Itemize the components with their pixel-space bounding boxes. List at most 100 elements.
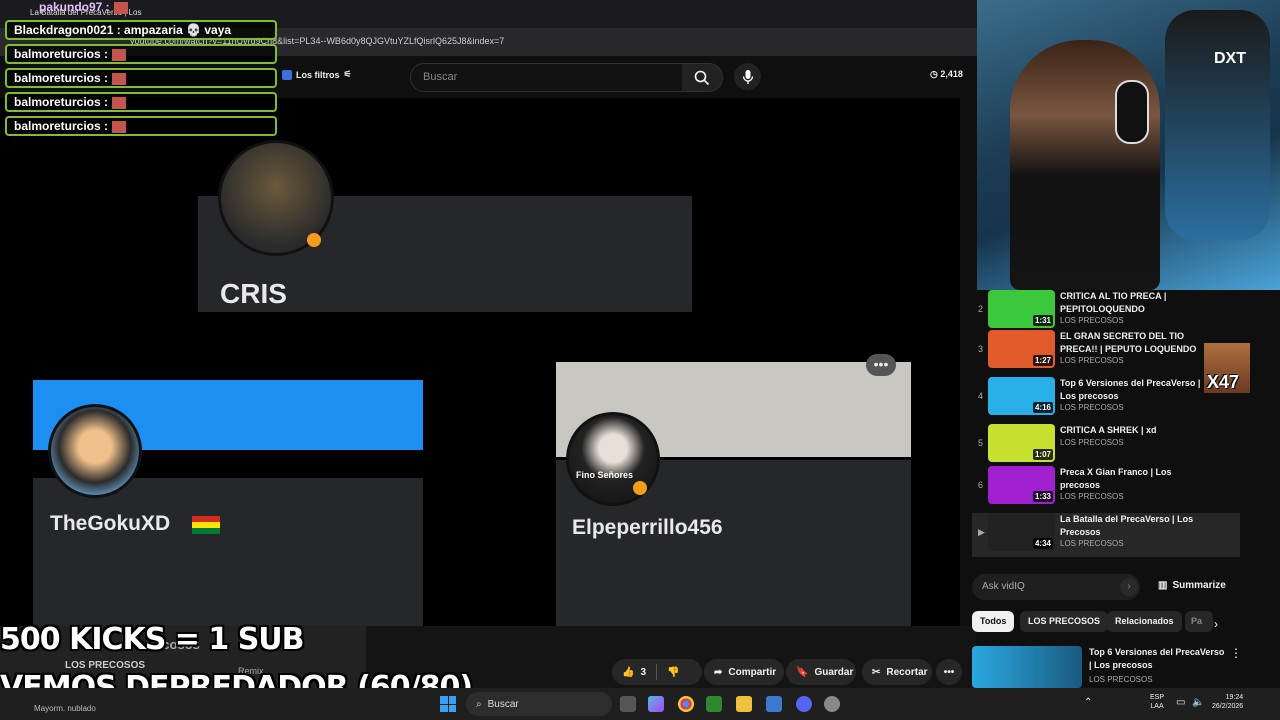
filters-label: Los filtros [296, 69, 340, 80]
language-indicator[interactable]: ESP LAA [1150, 693, 1164, 711]
summarize-label: Summarize [1172, 580, 1226, 591]
chat-message: pakundo97 : [5, 0, 277, 14]
more-options-icon[interactable]: ⋮ [1230, 646, 1242, 660]
playlist-item[interactable]: 4 4:16 Top 6 Versiones del PrecaVerso | Lo… [972, 377, 1240, 423]
clip-button[interactable]: ✂ Recortar [862, 659, 932, 685]
search-icon: ⌕ [476, 698, 482, 710]
playlist-channel: LOS PRECOSOS [1060, 438, 1124, 447]
duration-badge: 1:27 [1032, 355, 1053, 366]
emote-icon [112, 72, 127, 85]
chat-message: balmoreturcios : [5, 92, 277, 112]
playlist-title: CRITICA A SHREK | xd [1060, 425, 1157, 435]
bolivia-flag-icon [192, 516, 220, 534]
streamer [1010, 40, 1160, 290]
filters-button[interactable]: Los filtros ⚟ [282, 69, 352, 80]
recommendation-channel[interactable]: LOS PRECOSOS [1089, 675, 1153, 684]
network-icon[interactable]: ▭ [1176, 697, 1185, 708]
chat-text: balmoreturcios : [14, 95, 109, 109]
search-button[interactable] [682, 63, 723, 92]
discord-icon[interactable] [796, 696, 812, 712]
thumbs-down-icon[interactable]: 👎 [667, 667, 679, 678]
like-count: 3 [640, 666, 647, 678]
share-icon: ➦ [714, 666, 723, 678]
taskbar-search[interactable]: ⌕ Buscar [466, 692, 612, 716]
playlist-thumbnail: 4:16 [988, 377, 1055, 415]
divider [656, 664, 658, 680]
duration-badge: 4:34 [1032, 538, 1053, 549]
file-explorer-icon[interactable] [736, 696, 752, 712]
windows-start-icon[interactable] [440, 696, 456, 712]
chair-logo: DXT [1214, 50, 1246, 67]
duration-badge: 1:07 [1032, 449, 1053, 460]
chat-message: balmoreturcios : [5, 68, 277, 88]
playlist-item[interactable]: 6 1:33 Preca X Gian Franco | Los precosos L… [972, 466, 1240, 512]
copilot-icon[interactable] [648, 696, 664, 712]
chevron-right-icon[interactable]: › [1214, 617, 1218, 631]
playlist-thumbnail: 1:07 [988, 424, 1055, 462]
playlist-thumbnail: 1:31 [988, 290, 1055, 328]
chip-all[interactable]: Todos [972, 611, 1015, 632]
thumbs-up-icon: 👍 [622, 666, 635, 678]
chip-partial[interactable]: Pa [1185, 611, 1213, 632]
playlist-index: 5 [978, 438, 984, 448]
duration-badge: 4:16 [1032, 402, 1053, 413]
search-input[interactable]: Buscar [410, 63, 684, 92]
chevron-right-icon[interactable]: › [1120, 578, 1138, 596]
taskbar-search-label: Buscar [487, 698, 519, 710]
vidiq-placeholder: Ask vidIQ [982, 581, 1025, 592]
playlist-channel: LOS PRECOSOS [1060, 316, 1124, 325]
chevron-up-icon[interactable]: ⌃ [1084, 697, 1092, 708]
playlist-item[interactable]: 5 1:07 CRITICA A SHREK | xd LOS PRECOSOS [972, 424, 1240, 470]
vidiq-input[interactable]: Ask vidIQ [972, 574, 1140, 600]
summarize-button[interactable]: ▥ Summarize [1158, 580, 1226, 591]
more-options-icon: ••• [866, 354, 896, 376]
playlist-item[interactable]: 3 1:27 EL GRAN SECRETO DEL TIO PRECA!! | P… [972, 330, 1240, 376]
minecraft-icon[interactable] [706, 696, 722, 712]
profile-name: TheGokuXD [50, 512, 171, 535]
volume-icon[interactable]: 🔈 [1192, 697, 1204, 708]
playlist-title: CRITICA AL TIO PRECA | PEPITOLOQUENDO [1060, 291, 1167, 314]
share-label: Compartir [728, 666, 777, 678]
like-button[interactable]: 👍 3 👎 [612, 659, 702, 685]
playlist-thumbnail: 4:34 [988, 513, 1055, 551]
chrome-icon[interactable] [678, 696, 694, 712]
duration-badge: 1:31 [1032, 315, 1053, 326]
store-icon[interactable] [766, 696, 782, 712]
recommendation-title[interactable]: Top 6 Versiones del PrecaVerso | Los pre… [1089, 646, 1229, 672]
task-view-icon[interactable] [620, 696, 636, 712]
app-icon[interactable] [824, 696, 840, 712]
search-placeholder: Buscar [423, 71, 458, 83]
chip-related[interactable]: Relacionados [1107, 611, 1182, 632]
promo-text-line1: 500 KICKS = 1 SUB [0, 622, 305, 657]
weather-text[interactable]: Mayorm. nublado [34, 704, 96, 713]
share-button[interactable]: ➦ Compartir [704, 659, 784, 685]
profile-card-goku [33, 478, 423, 638]
clock[interactable]: 19:24 26/2/2026 [1212, 693, 1243, 711]
playlist-channel: LOS PRECOSOS [1060, 356, 1124, 365]
more-options-icon: ••• [943, 666, 955, 678]
playlist-index: 4 [978, 391, 984, 401]
lang-top: ESP [1150, 694, 1165, 701]
microphone-icon [742, 69, 753, 84]
clock-time: 19:24 [1225, 694, 1244, 701]
save-button[interactable]: 🔖 Guardar [786, 659, 856, 685]
chat-text: Blackdragon0021 : ampazaria 💀 vaya [14, 23, 232, 37]
emote-icon [112, 48, 127, 61]
chat-text: balmoreturcios : [14, 71, 109, 85]
playlist-title: EL GRAN SECRETO DEL TIO PRECA!! | PEPUTO… [1060, 331, 1197, 354]
book-icon: ▥ [1158, 580, 1168, 591]
moon-icon [307, 233, 321, 247]
playlist-item[interactable]: ▶ 4:34 La Batalla del PrecaVerso | Los Pre… [972, 513, 1240, 557]
playlist-index: 3 [978, 344, 984, 354]
scissors-icon: ✂ [872, 666, 881, 678]
moon-icon [633, 481, 647, 495]
chip-channel[interactable]: LOS PRECOSOS [1020, 611, 1109, 632]
playlist-index: ▶ [978, 527, 985, 537]
more-actions-button[interactable]: ••• [936, 659, 962, 685]
gaming-chair [1165, 10, 1270, 240]
filter-logo-icon [282, 69, 292, 80]
playlist-thumbnail: 1:33 [988, 466, 1055, 504]
avatar-caption: Fino Señores [576, 470, 634, 480]
voice-search-button[interactable] [734, 63, 761, 90]
recommendation-thumbnail[interactable] [972, 646, 1082, 688]
